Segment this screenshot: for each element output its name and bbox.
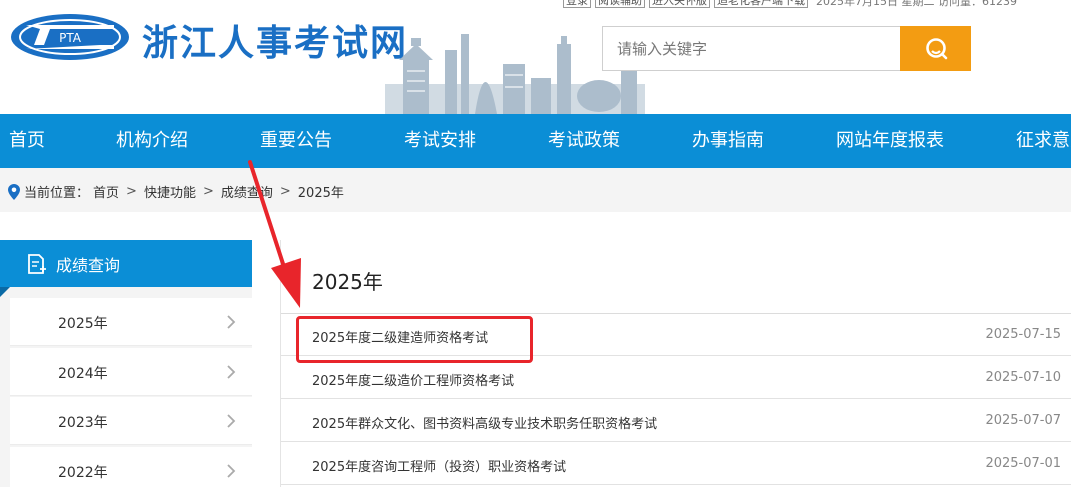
nav-guide[interactable]: 办事指南 bbox=[692, 114, 764, 168]
list-item-date: 2025-07-15 bbox=[985, 327, 1061, 342]
nav-home[interactable]: 首页 bbox=[9, 114, 45, 168]
sidebar-item-2024[interactable]: 2024年 bbox=[10, 348, 252, 396]
list-item-date: 2025-07-07 bbox=[985, 413, 1061, 428]
nav-exam-policy[interactable]: 考试政策 bbox=[548, 114, 620, 168]
sidebar-item-label: 2025年 bbox=[58, 316, 108, 332]
sidebar-item-2023[interactable]: 2023年 bbox=[10, 397, 252, 445]
document-edit-icon bbox=[28, 253, 46, 274]
sidebar-item-label: 2022年 bbox=[58, 465, 108, 481]
search-input[interactable] bbox=[602, 26, 900, 71]
location-pin-icon bbox=[8, 183, 20, 200]
list-item[interactable]: 2025年度咨询工程师（投资）职业资格考试 2025-07-01 bbox=[281, 443, 1071, 485]
list-item-title[interactable]: 2025年度二级造价工程师资格考试 bbox=[312, 370, 514, 389]
date-visits-text: 2025年7月15日 星期二 访问量：61239 bbox=[816, 0, 1017, 8]
breadcrumb-bar: 当前位置： 首页 > 快捷功能 > 成绩查询 > 2025年 bbox=[0, 168, 1071, 212]
site-header: 登录 阅读辅助 进入关怀版 适老化客户端下载 2025年7月15日 星期二 访问… bbox=[0, 0, 1071, 114]
breadcrumb-shortcuts[interactable]: 快捷功能 bbox=[144, 182, 196, 201]
breadcrumb: 当前位置： 首页 > 快捷功能 > 成绩查询 > 2025年 bbox=[8, 182, 344, 201]
search-button[interactable] bbox=[900, 26, 971, 71]
page-title: 2025年 bbox=[312, 270, 383, 294]
list-item-date: 2025-07-10 bbox=[985, 370, 1061, 385]
pta-logo-icon[interactable]: PTA bbox=[10, 13, 130, 61]
breadcrumb-separator: > bbox=[202, 184, 214, 199]
nav-feedback[interactable]: 征求意见 bbox=[1016, 114, 1071, 168]
breadcrumb-prefix: 当前位置： bbox=[24, 186, 90, 201]
breadcrumb-home[interactable]: 首页 bbox=[93, 182, 119, 201]
top-links: 登录 阅读辅助 进入关怀版 适老化客户端下载 2025年7月15日 星期二 访问… bbox=[563, 0, 1017, 8]
sidebar: 成绩查询 2025年 2024年 2023年 2022年 bbox=[0, 240, 252, 487]
sidebar-item-label: 2024年 bbox=[58, 366, 108, 382]
main-nav: 首页 机构介绍 重要公告 考试安排 考试政策 办事指南 网站年度报表 征求意见 bbox=[0, 114, 1071, 168]
breadcrumb-current-year[interactable]: 2025年 bbox=[298, 182, 344, 201]
nav-exam-schedule[interactable]: 考试安排 bbox=[404, 114, 476, 168]
chevron-right-icon bbox=[227, 365, 236, 379]
chevron-right-icon bbox=[227, 464, 236, 478]
list-item-title[interactable]: 2025年度二级建造师资格考试 bbox=[312, 327, 488, 346]
site-title[interactable]: 浙江人事考试网 bbox=[142, 14, 408, 66]
list-item-title[interactable]: 2025年群众文化、图书资料高级专业技术职务任职资格考试 bbox=[312, 413, 657, 432]
login-link[interactable]: 登录 bbox=[563, 0, 591, 8]
nav-annual-report[interactable]: 网站年度报表 bbox=[836, 114, 944, 168]
breadcrumb-separator: > bbox=[279, 184, 291, 199]
sidebar-header-fold bbox=[0, 287, 10, 297]
nav-announcements[interactable]: 重要公告 bbox=[260, 114, 332, 168]
list-item-title[interactable]: 2025年度咨询工程师（投资）职业资格考试 bbox=[312, 456, 566, 475]
list-item-date: 2025-07-01 bbox=[985, 456, 1061, 471]
chevron-right-icon bbox=[227, 414, 236, 428]
care-version-link[interactable]: 进入关怀版 bbox=[649, 0, 710, 8]
chevron-right-icon bbox=[227, 315, 236, 329]
nav-about[interactable]: 机构介绍 bbox=[116, 114, 188, 168]
reading-assist-link[interactable]: 阅读辅助 bbox=[595, 0, 645, 8]
search-icon bbox=[925, 37, 947, 59]
sidebar-header: 成绩查询 bbox=[0, 240, 252, 287]
sidebar-title: 成绩查询 bbox=[56, 255, 121, 275]
elderly-client-download-link[interactable]: 适老化客户端下载 bbox=[714, 0, 808, 8]
sidebar-item-2025[interactable]: 2025年 bbox=[10, 298, 252, 346]
list-item[interactable]: 2025年群众文化、图书资料高级专业技术职务任职资格考试 2025-07-07 bbox=[281, 400, 1071, 442]
main-content: 2025年 2025年度二级建造师资格考试 2025-07-15 2025年度二… bbox=[280, 240, 1071, 487]
breadcrumb-score-query[interactable]: 成绩查询 bbox=[221, 182, 273, 201]
sidebar-item-label: 2023年 bbox=[58, 415, 108, 431]
list-item[interactable]: 2025年度二级建造师资格考试 2025-07-15 bbox=[281, 314, 1071, 356]
list-item[interactable]: 2025年度二级造价工程师资格考试 2025-07-10 bbox=[281, 357, 1071, 399]
logo-text: PTA bbox=[59, 31, 82, 45]
search-box bbox=[602, 26, 971, 71]
sidebar-item-2022[interactable]: 2022年 bbox=[10, 447, 252, 487]
breadcrumb-separator: > bbox=[126, 184, 137, 199]
